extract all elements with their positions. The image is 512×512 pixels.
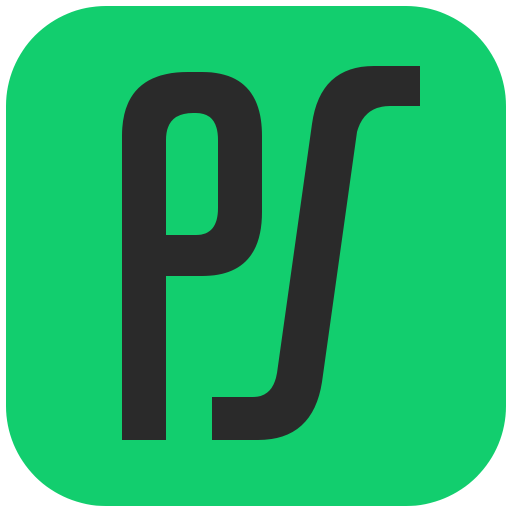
app-icon [0,0,512,512]
ps-logo-icon [6,6,506,506]
